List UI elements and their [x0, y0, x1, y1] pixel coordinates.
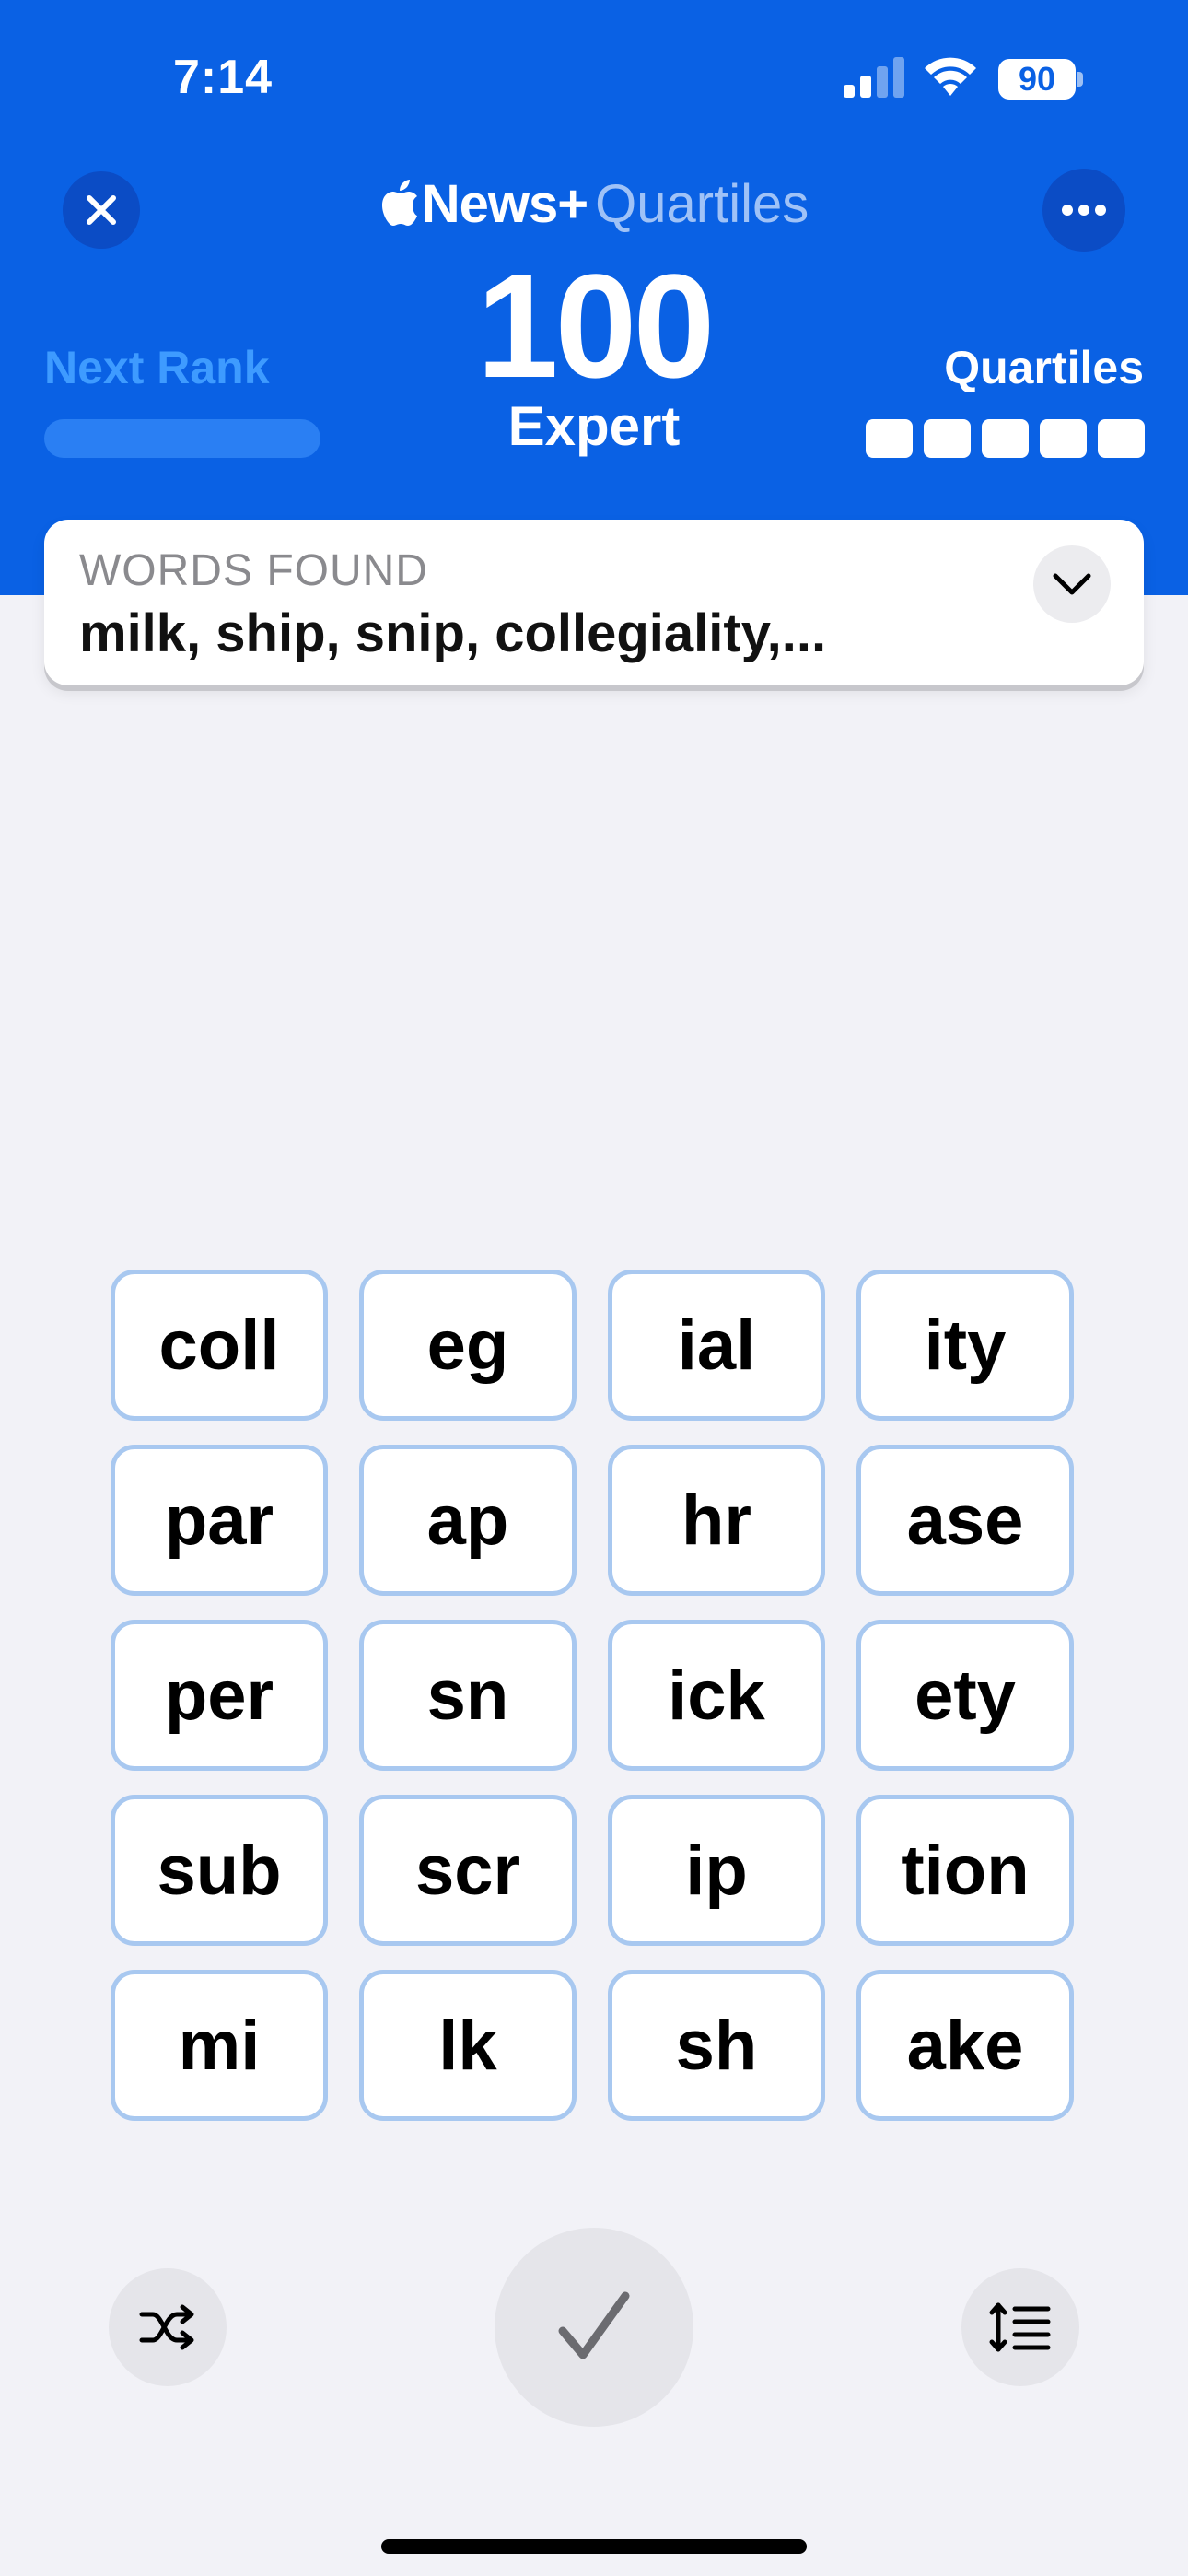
cellular-signal-icon — [844, 57, 904, 98]
quartiles-progress — [866, 419, 1145, 458]
tile[interactable]: ick — [608, 1620, 825, 1771]
words-found-panel[interactable]: WORDS FOUND milk, ship, snip, collegiali… — [44, 520, 1144, 685]
tile[interactable]: ake — [856, 1970, 1074, 2121]
wifi-icon — [925, 57, 976, 96]
tile[interactable]: eg — [359, 1270, 577, 1421]
tile[interactable]: coll — [111, 1270, 328, 1421]
shuffle-button[interactable] — [109, 2268, 227, 2386]
status-time: 7:14 — [173, 51, 274, 104]
expand-words-button[interactable] — [1033, 545, 1111, 623]
submit-button[interactable] — [495, 2228, 693, 2427]
quartile-indicator — [1098, 419, 1145, 458]
tile[interactable]: ety — [856, 1620, 1074, 1771]
tile[interactable]: sh — [608, 1970, 825, 2121]
tile[interactable]: ial — [608, 1270, 825, 1421]
apple-logo-icon — [381, 180, 417, 226]
app-title: News+ Quartiles — [0, 173, 1188, 235]
tile-grid: coll eg ial ity par ap hr ase per sn ick… — [111, 1270, 1074, 2121]
tile[interactable]: scr — [359, 1795, 577, 1946]
words-found-list: milk, ship, snip, collegiality,... — [79, 603, 827, 663]
more-button[interactable] — [1042, 169, 1125, 252]
brand-news: News+ — [421, 174, 588, 234]
quartile-indicator — [1040, 419, 1087, 458]
quartile-indicator — [866, 419, 913, 458]
words-found-label: WORDS FOUND — [79, 546, 428, 595]
tile[interactable]: tion — [856, 1795, 1074, 1946]
quartile-indicator — [982, 419, 1029, 458]
tile[interactable]: par — [111, 1445, 328, 1596]
more-icon — [1062, 205, 1106, 216]
quartiles-label: Quartiles — [944, 342, 1144, 393]
tile[interactable]: ap — [359, 1445, 577, 1596]
checkmark-icon — [558, 2291, 630, 2359]
tile[interactable]: ase — [856, 1445, 1074, 1596]
battery-icon: 90 — [998, 59, 1076, 100]
home-indicator — [381, 2539, 807, 2554]
battery-nub — [1077, 72, 1083, 87]
tile[interactable]: sn — [359, 1620, 577, 1771]
tile[interactable]: sub — [111, 1795, 328, 1946]
tile[interactable]: per — [111, 1620, 328, 1771]
battery-level: 90 — [1018, 60, 1056, 98]
tile[interactable]: ip — [608, 1795, 825, 1946]
brand-game: Quartiles — [595, 174, 809, 234]
tile[interactable]: lk — [359, 1970, 577, 2121]
quartile-indicator — [924, 419, 971, 458]
shuffle-icon — [139, 2304, 194, 2350]
sort-button[interactable] — [961, 2268, 1079, 2386]
tile[interactable]: mi — [111, 1970, 328, 2121]
sort-list-icon — [989, 2302, 1051, 2352]
chevron-down-icon — [1053, 573, 1091, 595]
tile[interactable]: ity — [856, 1270, 1074, 1421]
tile[interactable]: hr — [608, 1445, 825, 1596]
